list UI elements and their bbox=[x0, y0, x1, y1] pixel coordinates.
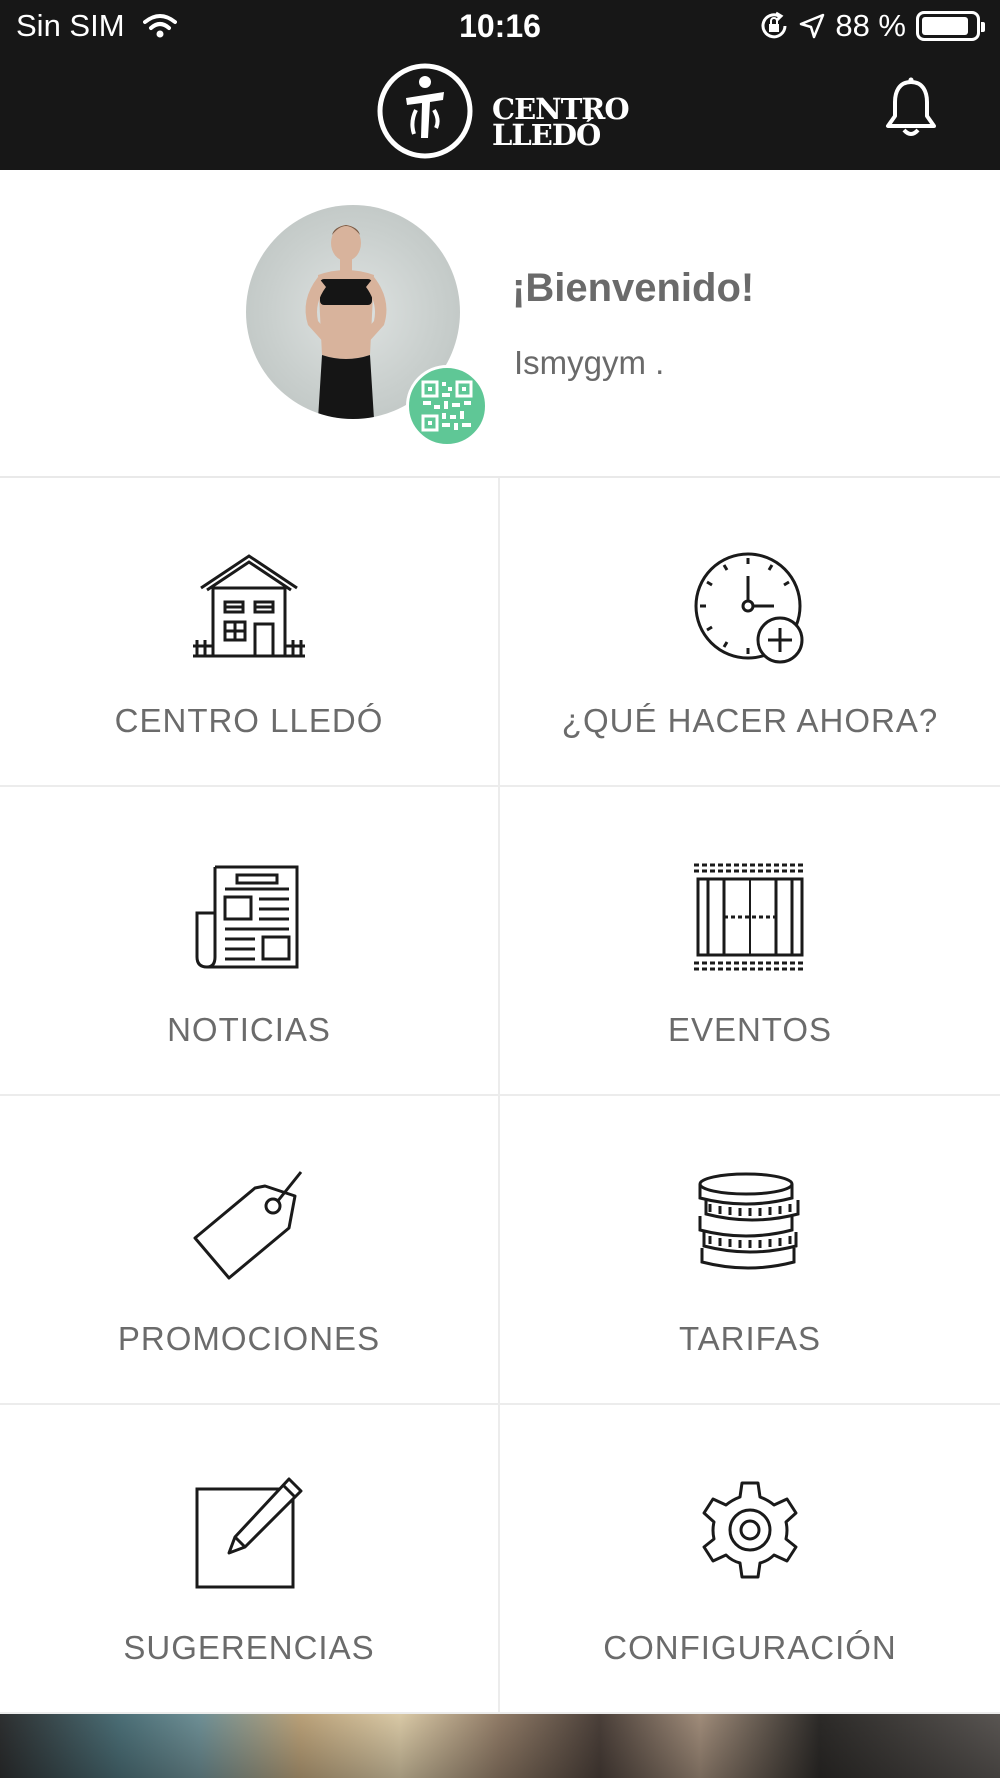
welcome-title: ¡Bienvenido! bbox=[512, 266, 755, 310]
location-arrow-icon bbox=[800, 13, 825, 39]
logo-emblem-icon bbox=[377, 63, 473, 159]
newspaper-icon bbox=[195, 865, 299, 969]
clock-plus-icon bbox=[694, 552, 804, 664]
battery-icon bbox=[916, 11, 985, 41]
menu-label: PROMOCIONES bbox=[117, 1320, 381, 1357]
edit-icon bbox=[195, 1477, 303, 1589]
menu-label: ¿QUÉ HACER AHORA? bbox=[561, 702, 939, 739]
menu-label: NOTICIAS bbox=[167, 1011, 331, 1048]
menu-item-centro-lledo[interactable]: CENTRO LLEDÓ bbox=[0, 478, 500, 787]
menu-item-eventos[interactable]: EVENTOS bbox=[500, 787, 1000, 1096]
logo-text: CENTRO LLEDÓ bbox=[492, 95, 630, 150]
menu-label: EVENTOS bbox=[667, 1011, 833, 1048]
tag-icon bbox=[193, 1171, 303, 1280]
menu-label: TARIFAS bbox=[678, 1320, 822, 1357]
qr-code-button[interactable] bbox=[406, 365, 488, 447]
status-bar: Sin SIM 10:16 88 % bbox=[0, 0, 1000, 56]
profile-section: ¡Bienvenido! Ismygym . bbox=[0, 170, 1000, 478]
menu-item-configuracion[interactable]: CONFIGURACIÓN bbox=[500, 1405, 1000, 1714]
house-icon bbox=[193, 554, 305, 658]
promo-banner-image[interactable] bbox=[0, 1714, 1000, 1778]
brand-logo: CENTRO LLEDÓ bbox=[376, 62, 630, 160]
orientation-lock-icon bbox=[761, 11, 787, 39]
notifications-bell-icon[interactable] bbox=[882, 76, 940, 142]
status-right: 88 % bbox=[759, 8, 985, 44]
battery-percent: 88 % bbox=[835, 8, 906, 43]
menu-label: CONFIGURACIÓN bbox=[603, 1629, 897, 1666]
court-icon bbox=[694, 863, 806, 971]
gear-icon bbox=[702, 1481, 798, 1579]
menu-label: SUGERENCIAS bbox=[123, 1629, 375, 1666]
qr-code-icon bbox=[421, 380, 473, 432]
menu-item-promociones[interactable]: PROMOCIONES bbox=[0, 1096, 500, 1405]
menu-item-tarifas[interactable]: TARIFAS bbox=[500, 1096, 1000, 1405]
menu-item-que-hacer-ahora[interactable]: ¿QUÉ HACER AHORA? bbox=[500, 478, 1000, 787]
menu-item-noticias[interactable]: NOTICIAS bbox=[0, 787, 500, 1096]
username-label: Ismygym . bbox=[514, 344, 665, 381]
menu-item-sugerencias[interactable]: SUGERENCIAS bbox=[0, 1405, 500, 1714]
menu-label: CENTRO LLEDÓ bbox=[114, 702, 384, 739]
coins-icon bbox=[698, 1172, 800, 1270]
app-header: CENTRO LLEDÓ bbox=[0, 56, 1000, 170]
